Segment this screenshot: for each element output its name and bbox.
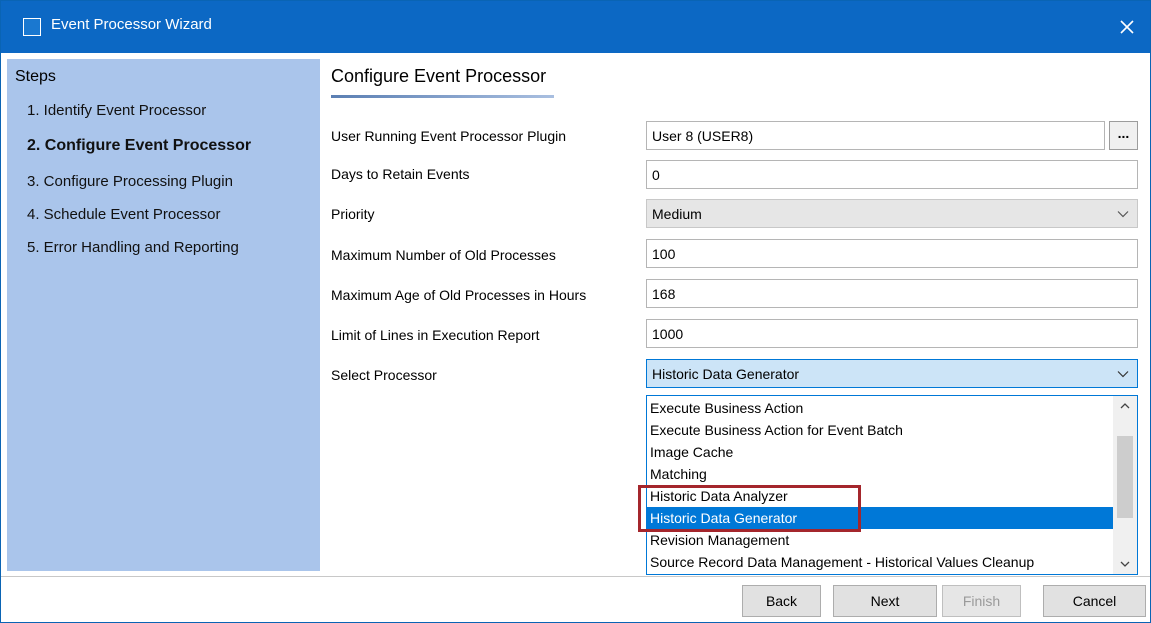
cancel-button[interactable]: Cancel	[1043, 585, 1146, 617]
select-processor-value: Historic Data Generator	[652, 366, 800, 382]
list-item[interactable]: Image Cache	[647, 441, 1113, 463]
user-plugin-label: User Running Event Processor Plugin	[331, 128, 567, 144]
step-configure-plugin: 3. Configure Processing Plugin	[27, 173, 233, 190]
user-plugin-field[interactable]: User 8 (USER8)	[646, 121, 1105, 150]
main-panel: Configure Event Processor User Running E…	[331, 59, 1141, 575]
window-title: Event Processor Wizard	[51, 16, 212, 33]
select-processor-label: Select Processor	[331, 367, 437, 383]
close-button[interactable]	[1104, 1, 1150, 53]
max-age-label: Maximum Age of Old Processes in Hours	[331, 287, 587, 303]
scroll-down-button[interactable]	[1113, 554, 1137, 574]
page-title: Configure Event Processor	[331, 66, 547, 86]
chevron-down-icon	[1117, 371, 1129, 378]
wizard-window: Event Processor Wizard Steps 1. Identify…	[0, 0, 1151, 623]
priority-label: Priority	[331, 206, 375, 222]
back-button[interactable]: Back	[742, 585, 821, 617]
step-error-handling: 5. Error Handling and Reporting	[27, 239, 239, 256]
app-window-icon	[23, 18, 41, 36]
steps-panel: Steps 1. Identify Event Processor 2. Con…	[7, 59, 320, 571]
browse-user-button[interactable]: ...	[1109, 121, 1138, 150]
max-old-processes-label: Maximum Number of Old Processes	[331, 247, 556, 263]
priority-select[interactable]: Medium	[646, 199, 1138, 228]
title-underline	[331, 95, 554, 98]
scrollbar-thumb[interactable]	[1117, 436, 1133, 518]
finish-button: Finish	[942, 585, 1021, 617]
step-schedule: 4. Schedule Event Processor	[27, 206, 221, 223]
title-bar: Event Processor Wizard	[1, 1, 1150, 53]
days-retain-label: Days to Retain Events	[331, 166, 470, 182]
chevron-down-icon	[1117, 211, 1129, 218]
priority-value: Medium	[652, 206, 702, 222]
chevron-up-icon	[1120, 403, 1130, 409]
footer-divider	[1, 576, 1150, 577]
processor-dropdown-list[interactable]: Execute Business Action Execute Business…	[646, 395, 1138, 575]
list-item[interactable]: Source Record Data Management - Historic…	[647, 551, 1113, 573]
list-scrollbar[interactable]	[1113, 396, 1137, 574]
step-identify: 1. Identify Event Processor	[27, 102, 207, 119]
next-button[interactable]: Next	[833, 585, 937, 617]
list-item[interactable]: Matching	[647, 463, 1113, 485]
steps-title: Steps	[15, 68, 56, 85]
max-old-processes-input[interactable]: 100	[646, 239, 1138, 268]
limit-lines-label: Limit of Lines in Execution Report	[331, 327, 540, 343]
step-configure-event-processor: 2. Configure Event Processor	[27, 137, 252, 154]
days-retain-input[interactable]: 0	[646, 160, 1138, 189]
list-item[interactable]: Historic Data Analyzer	[647, 485, 1113, 507]
select-processor-dropdown[interactable]: Historic Data Generator	[646, 359, 1138, 388]
list-item[interactable]: Revision Management	[647, 529, 1113, 551]
max-age-input[interactable]: 168	[646, 279, 1138, 308]
list-item[interactable]: Execute Business Action for Event Batch	[647, 419, 1113, 441]
list-item[interactable]: Execute Business Action	[647, 397, 1113, 419]
limit-lines-input[interactable]: 1000	[646, 319, 1138, 348]
chevron-down-icon	[1120, 561, 1130, 567]
list-item-selected[interactable]: Historic Data Generator	[647, 507, 1113, 529]
scroll-up-button[interactable]	[1113, 396, 1137, 416]
close-icon	[1120, 20, 1134, 34]
